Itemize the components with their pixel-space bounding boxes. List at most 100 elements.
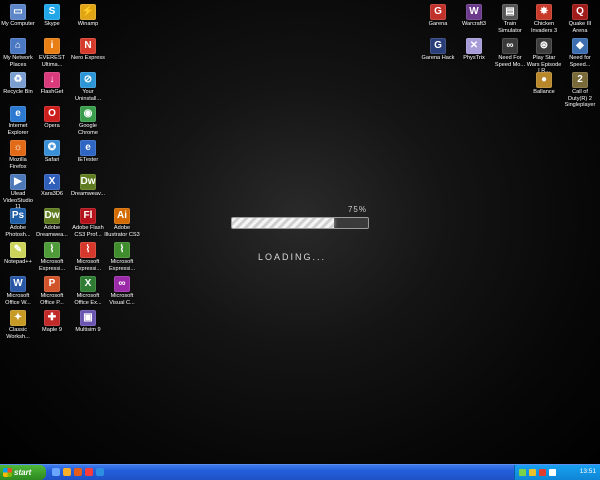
desktop-shortcut[interactable]: ⌂ My Network Places [0, 38, 36, 68]
desktop-shortcut[interactable]: P Microsoft Office P... [34, 276, 70, 306]
desktop-shortcut[interactable]: ⊛Play Star Wars Episode I R... [526, 38, 562, 75]
desktop-shortcut[interactable]: Q Quake III Arena [562, 4, 598, 34]
train-simulator-icon: ▤ [502, 4, 518, 20]
tray-icon[interactable] [519, 469, 526, 476]
shortcut-label: Internet Explorer [7, 123, 29, 136]
desktop-shortcut[interactable]: 2 Call of Duty(R) 2 Singleplayer [562, 72, 598, 109]
shortcut-label: Microsoft Expressi... [38, 259, 66, 272]
shortcut-label: Your Uninstall... [74, 89, 102, 102]
desktop-shortcut[interactable]: W Warcraft3 [456, 4, 492, 28]
desktop[interactable]: ▭ My Computer S Skype ⚡ Winamp ⌂ My Network Pla… [0, 0, 600, 465]
shortcut-label: Microsoft Office W... [5, 293, 31, 306]
shortcut-label: Nero Express [71, 55, 105, 61]
shortcut-label: Microsoft Expressi... [108, 259, 136, 272]
tray-icon[interactable] [549, 469, 556, 476]
winamp-icon: ⚡ [80, 4, 96, 20]
desktop-shortcut[interactable]: X Microsoft Office Ex... [70, 276, 106, 306]
shortcut-label: Google Chrome [78, 123, 98, 136]
desktop-shortcut[interactable]: ⚡ Winamp [70, 4, 106, 28]
desktop-shortcut[interactable]: ▣ Multisim 9 [70, 310, 106, 334]
maple-icon: ✚ [44, 310, 60, 326]
shortcut-label: Opera [44, 123, 60, 129]
visual-studio-icon: ∞ [114, 276, 130, 292]
word-icon: W [10, 276, 26, 292]
windows-logo-icon [3, 468, 12, 477]
desktop-shortcut[interactable]: G Garena [420, 4, 456, 28]
desktop-shortcut[interactable]: ∞ Microsoft Visual C... [104, 276, 140, 306]
quick-launch-icon[interactable] [85, 468, 93, 476]
desktop-shortcut[interactable]: ▶Ulead VideoStudio 11 [0, 174, 36, 211]
shortcut-label: Train Simulator [498, 21, 522, 34]
tray-icon[interactable] [529, 469, 536, 476]
desktop-shortcut[interactable]: Ps Adobe Photosh... [0, 208, 36, 238]
shortcut-label: FlashGet [40, 89, 64, 95]
desktop-shortcut[interactable]: i EVEREST Ultima... [34, 38, 70, 68]
desktop-shortcut[interactable]: ● Ballance [526, 72, 562, 96]
chrome-icon: ◉ [80, 106, 96, 122]
shortcut-label: Adobe Flash CS3 Prof... [72, 225, 104, 238]
desktop-shortcut[interactable]: ♻ Recycle Bin [0, 72, 36, 96]
desktop-shortcut[interactable]: ✚ Maple 9 [34, 310, 70, 334]
shortcut-label: Adobe Illustrator CS3 [104, 225, 140, 238]
expression-icon: ⌇ [80, 242, 96, 258]
shortcut-label: EVEREST Ultima... [38, 55, 66, 68]
desktop-shortcut[interactable]: ◆ Need for Speed... [562, 38, 598, 68]
call-of-duty-icon: 2 [572, 72, 588, 88]
desktop-shortcut[interactable]: Fl Adobe Flash CS3 Prof... [70, 208, 106, 238]
dreamweaver-icon: Dw [44, 208, 60, 224]
desktop-shortcut[interactable]: Ai Adobe Illustrator CS3 [104, 208, 140, 238]
desktop-shortcut[interactable]: ✪ Safari [34, 140, 70, 164]
ballance-icon: ● [536, 72, 552, 88]
desktop-shortcut[interactable]: S Skype [34, 4, 70, 28]
desktop-shortcut[interactable]: W Microsoft Office W... [0, 276, 36, 306]
shortcut-label: Dreamweav... [70, 191, 106, 197]
desktop-shortcut[interactable]: ▭ My Computer [0, 4, 36, 28]
desktop-shortcut[interactable]: ☼ Mozilla Firefox [0, 140, 36, 170]
shortcut-label: Microsoft Office P... [40, 293, 64, 306]
tray-icon[interactable] [539, 469, 546, 476]
desktop-shortcut[interactable]: ✸ Chicken Invaders 3 [526, 4, 562, 34]
shortcut-label: Warcraft3 [461, 21, 487, 27]
shortcut-label: Call of Duty(R) 2 Singleplayer [564, 89, 596, 109]
quick-launch-icon[interactable] [74, 468, 82, 476]
nfs-icon: ◆ [572, 38, 588, 54]
quick-launch-icon[interactable] [96, 468, 104, 476]
desktop-shortcut[interactable]: ↓ FlashGet [34, 72, 70, 96]
desktop-shortcut[interactable]: ✎ Notepad++ [0, 242, 36, 266]
desktop-shortcut[interactable]: ◉ Google Chrome [70, 106, 106, 136]
shortcut-label: Ballance [533, 89, 555, 95]
desktop-shortcut[interactable]: ∞ Need For Speed Mo... [492, 38, 528, 68]
shortcut-label: Maple 9 [42, 327, 62, 333]
flash-icon: Fl [80, 208, 96, 224]
desktop-shortcut[interactable]: Dw Adobe Dreamwea... [34, 208, 70, 238]
progress-bar [231, 217, 369, 229]
desktop-shortcut[interactable]: ✦ Classic Worksh... [0, 310, 36, 340]
desktop-shortcut[interactable]: e IETester [70, 140, 106, 164]
desktop-shortcut[interactable]: ⊘ Your Uninstall... [70, 72, 106, 102]
taskbar: start 13:51 [0, 464, 600, 480]
desktop-shortcut[interactable]: ▤ Train Simulator [492, 4, 528, 34]
notepadpp-icon: ✎ [10, 242, 26, 258]
desktop-shortcut[interactable]: N Nero Express [70, 38, 106, 62]
phystrix-icon: ✕ [466, 38, 482, 54]
desktop-shortcut[interactable]: ⌇ Microsoft Expressi... [104, 242, 140, 272]
excel-icon: X [80, 276, 96, 292]
start-button[interactable]: start [0, 465, 46, 480]
quick-launch-icon[interactable] [52, 468, 60, 476]
quick-launch-icon[interactable] [63, 468, 71, 476]
shortcut-label: Microsoft Office Ex... [74, 293, 102, 306]
desktop-shortcut[interactable]: ✕ PhysTrix [456, 38, 492, 62]
desktop-shortcut[interactable]: e Internet Explorer [0, 106, 36, 136]
desktop-shortcut[interactable]: G Garena Hack [420, 38, 456, 62]
shortcut-label: Garena [428, 21, 448, 27]
desktop-shortcut[interactable]: O Opera [34, 106, 70, 130]
dreamweaver-icon: Dw [80, 174, 96, 190]
shortcut-label: Safari [44, 157, 60, 163]
desktop-shortcut[interactable]: Dw Dreamweav... [70, 174, 106, 198]
desktop-shortcut[interactable]: X Xara3D6 [34, 174, 70, 198]
garena-hack-icon: G [430, 38, 446, 54]
shortcut-label: Winamp [77, 21, 99, 27]
shortcut-label: Microsoft Expressi... [74, 259, 102, 272]
desktop-shortcut[interactable]: ⌇ Microsoft Expressi... [70, 242, 106, 272]
desktop-shortcut[interactable]: ⌇ Microsoft Expressi... [34, 242, 70, 272]
